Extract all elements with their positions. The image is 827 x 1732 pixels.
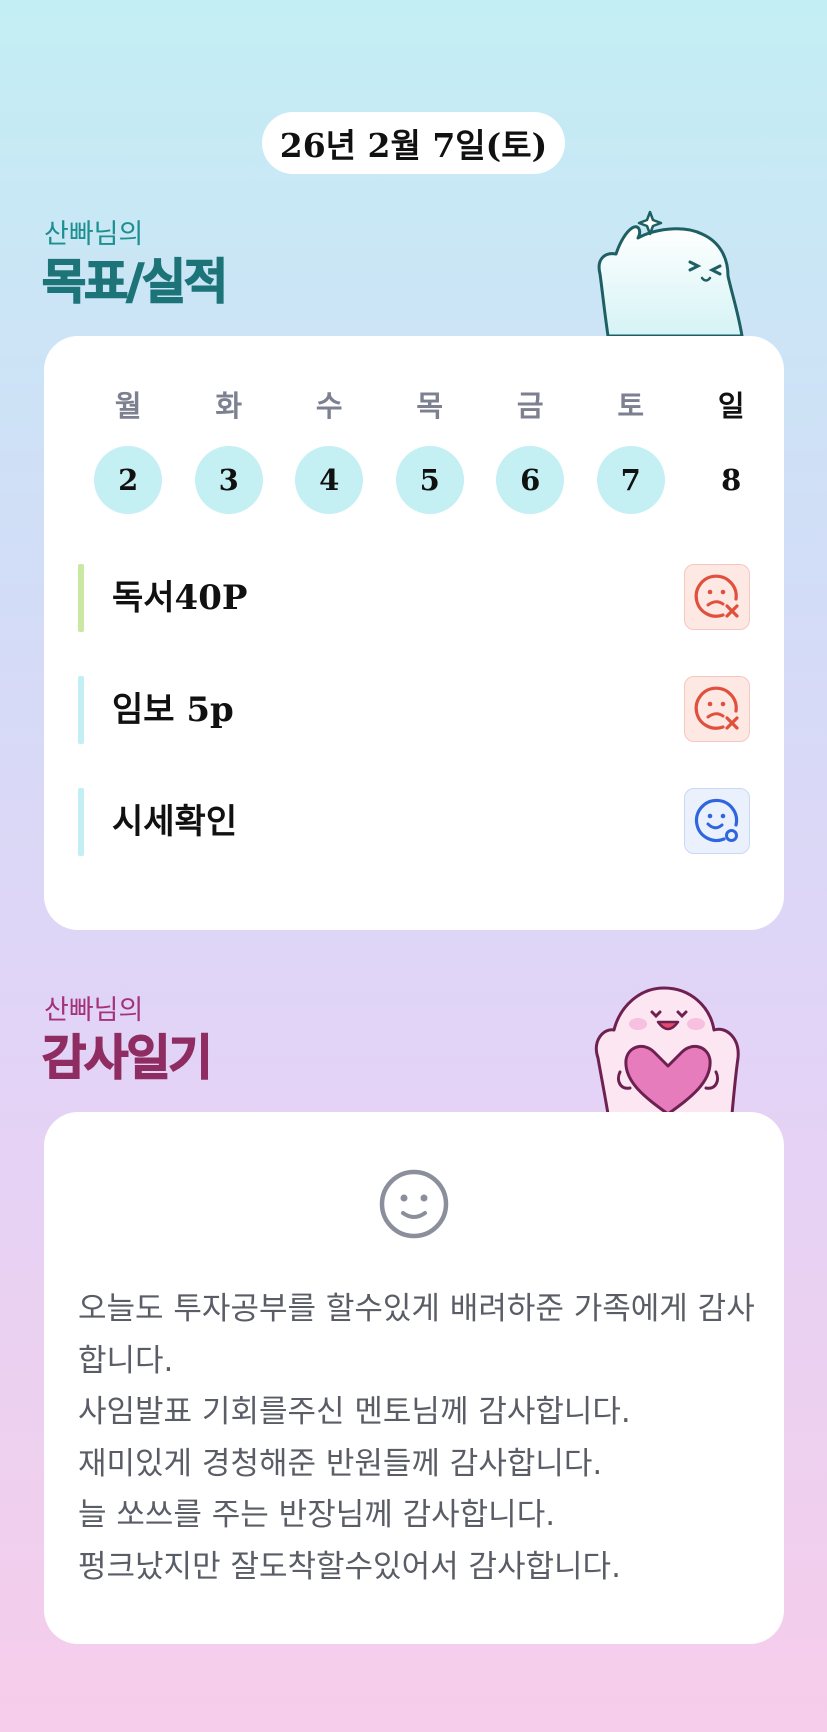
day-number[interactable]: 3: [194, 446, 263, 514]
day-column-sat[interactable]: 토 7: [581, 388, 682, 514]
day-column-sun[interactable]: 일 8: [681, 388, 782, 514]
goal-status-button[interactable]: [684, 564, 750, 630]
goal-item[interactable]: 독서40P: [78, 564, 750, 632]
day-column-thu[interactable]: 목 5: [380, 388, 481, 514]
day-name: 화: [215, 389, 243, 423]
day-name: 일: [717, 389, 745, 423]
goal-color-bar: [78, 564, 84, 632]
day-name: 수: [315, 389, 343, 423]
goals-title: 목표/실적: [41, 253, 229, 311]
gratitude-entry-text: 오늘도 투자공부를 할수있게 배려하준 가족에게 감사합니다. 사임발표 기회를…: [78, 1291, 755, 1585]
goal-text: 시세확인: [112, 802, 238, 842]
day-number[interactable]: 4: [295, 446, 364, 514]
smile-face-icon: [379, 1169, 449, 1239]
day-number[interactable]: 8: [697, 446, 765, 514]
goal-status-button[interactable]: [684, 788, 750, 854]
day-number[interactable]: 6: [496, 446, 565, 514]
day-number[interactable]: 5: [395, 446, 464, 514]
sad-face-x-icon: [694, 686, 739, 730]
gratitude-card: 오늘도 투자공부를 할수있게 배려하준 가족에게 감사합니다. 사임발표 기회를…: [44, 1112, 784, 1644]
goal-color-bar: [78, 788, 84, 856]
day-name: 목: [416, 389, 444, 423]
goal-color-bar: [78, 676, 84, 744]
happy-face-o-icon: [694, 798, 739, 843]
goal-item[interactable]: 시세확인: [78, 788, 750, 856]
goal-text: 독서40P: [112, 578, 248, 618]
day-name: 토: [617, 389, 645, 423]
date-display: 26년 2월 7일(토): [262, 112, 565, 174]
goal-item[interactable]: 임보 5p: [78, 676, 750, 744]
pink-mascot-heart-icon: [595, 986, 740, 1114]
day-name: 월: [114, 389, 142, 423]
week-calendar: 월 2 화 3 수 4 목 5 금 6 토 7 일 8: [78, 388, 782, 514]
sad-face-x-icon: [694, 574, 739, 618]
gratitude-title: 감사일기: [41, 1029, 213, 1087]
ghost-mascot-icon: [597, 210, 744, 338]
day-column-fri[interactable]: 금 6: [480, 388, 581, 514]
day-number[interactable]: 7: [596, 446, 665, 514]
goals-card: 월 2 화 3 수 4 목 5 금 6 토 7 일 8 독서40P 임보 5p …: [44, 336, 784, 930]
day-column-tue[interactable]: 화 3: [179, 388, 280, 514]
day-column-wed[interactable]: 수 4: [279, 388, 380, 514]
day-number[interactable]: 2: [94, 446, 163, 514]
goal-status-button[interactable]: [684, 676, 750, 742]
day-column-mon[interactable]: 월 2: [78, 388, 179, 514]
goal-text: 임보 5p: [112, 690, 234, 730]
day-name: 금: [516, 389, 544, 423]
